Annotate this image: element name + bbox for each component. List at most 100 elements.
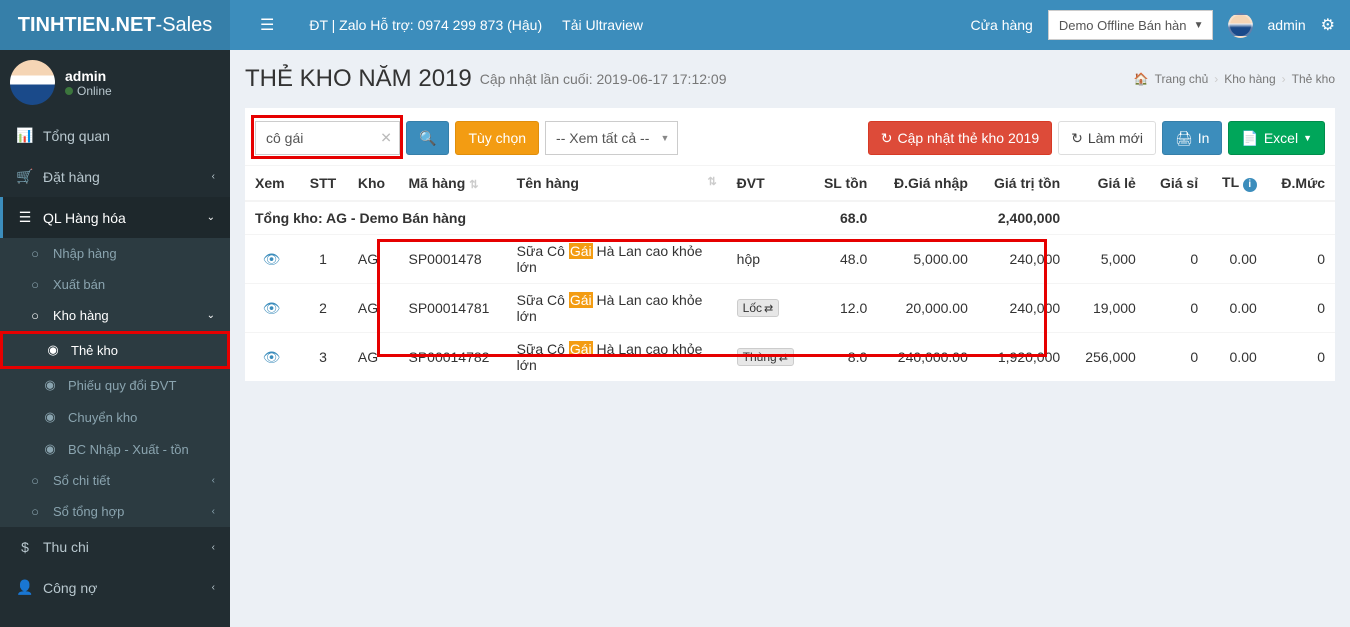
sidebar-item-tongquan[interactable]: 📊Tổng quan xyxy=(0,115,230,156)
info-icon[interactable]: i xyxy=(1243,178,1257,192)
sidebar-item-sochitiet[interactable]: ○Sổ chi tiết‹ xyxy=(0,465,230,496)
excel-button[interactable]: 📄Excel▼ xyxy=(1228,121,1325,155)
group-row: Tổng kho: AG - Demo Bán hàng 68.0 2,400,… xyxy=(245,201,1335,235)
dot-icon: ◉ xyxy=(40,377,60,393)
store-select[interactable]: Demo Offline Bán hàn xyxy=(1048,10,1213,40)
refresh-button[interactable]: ↻Làm mới xyxy=(1058,121,1156,155)
options-button[interactable]: Tùy chọn xyxy=(455,121,539,155)
circle-icon: ○ xyxy=(25,473,45,488)
col-slton[interactable]: SL tồn xyxy=(809,166,877,202)
dot-icon: ◉ xyxy=(40,441,60,457)
table-row: 👁2AGSP00014781Sữa Cô Gái Hà Lan cao khỏe… xyxy=(245,284,1335,333)
support-link[interactable]: ĐT | Zalo Hỗ trợ: 0974 299 873 (Hậu) xyxy=(309,17,542,33)
sort-icon: ⇅ xyxy=(707,175,716,188)
data-panel: ✕ 🔍 Tùy chọn -- Xem tất cả -- ↻Cập nhật … xyxy=(245,108,1335,381)
sidebar-item-qlhanghoa[interactable]: ☰QL Hàng hóa⌄ xyxy=(0,197,230,238)
col-tl[interactable]: TL i xyxy=(1208,166,1267,202)
col-dmuc[interactable]: Đ.Mức xyxy=(1267,166,1335,202)
excel-icon: 📄 xyxy=(1241,130,1258,147)
circle-icon: ○ xyxy=(25,504,45,519)
circle-icon: ○ xyxy=(25,246,45,261)
col-tenhang[interactable]: Tên hàng⇅ xyxy=(507,166,727,202)
print-icon: 🖨 xyxy=(1175,130,1193,147)
search-input[interactable] xyxy=(255,121,400,155)
toolbar: ✕ 🔍 Tùy chọn -- Xem tất cả -- ↻Cập nhật … xyxy=(245,111,1335,165)
col-kho[interactable]: Kho xyxy=(348,166,399,202)
col-giasi[interactable]: Giá sỉ xyxy=(1146,166,1208,202)
col-xem[interactable]: Xem xyxy=(245,166,298,202)
chevron-left-icon: ‹ xyxy=(212,171,215,182)
print-button[interactable]: 🖨In xyxy=(1162,121,1222,155)
avatar[interactable] xyxy=(1228,13,1253,38)
sidebar: admin Online 📊Tổng quan 🛒Đặt hàng‹ ☰QL H… xyxy=(0,50,230,627)
page-title: THẺ KHO NĂM 2019 xyxy=(245,65,472,93)
sidebar-item-bcnhapxuat[interactable]: ◉BC Nhập - Xuất - tồn xyxy=(0,433,230,465)
data-table: Xem STT Kho Mã hàng⇅ Tên hàng⇅ ĐVT SL tồ… xyxy=(245,165,1335,381)
store-label: Cửa hàng xyxy=(971,17,1033,33)
dot-icon: ◉ xyxy=(43,342,63,358)
breadcrumb-thekho: Thẻ kho xyxy=(1292,72,1335,86)
user-name: admin xyxy=(65,68,112,84)
search-button[interactable]: 🔍 xyxy=(406,121,449,155)
download-link[interactable]: Tải Ultraview xyxy=(562,17,643,33)
view-filter-select[interactable]: -- Xem tất cả -- xyxy=(545,121,678,155)
sidebar-toggle[interactable]: ☰ xyxy=(245,15,289,35)
clear-search-icon[interactable]: ✕ xyxy=(380,130,392,147)
search-icon: 🔍 xyxy=(419,130,436,147)
sidebar-item-nhaphang[interactable]: ○Nhập hàng xyxy=(0,238,230,269)
swap-icon: ⇄ xyxy=(779,351,788,364)
main-content: THẺ KHO NĂM 2019 Cập nhật lần cuối: 2019… xyxy=(230,50,1350,627)
chevron-left-icon: ‹ xyxy=(212,506,215,517)
breadcrumb-home[interactable]: Trang chủ xyxy=(1155,72,1209,86)
table-row: 👁3AGSP00014782Sữa Cô Gái Hà Lan cao khỏe… xyxy=(245,333,1335,382)
dollar-icon: $ xyxy=(15,539,35,555)
view-icon[interactable]: 👁 xyxy=(263,349,281,365)
col-dvt[interactable]: ĐVT xyxy=(727,166,810,202)
table-row: 👁1AGSP0001478Sữa Cô Gái Hà Lan cao khỏe … xyxy=(245,235,1335,284)
col-stt[interactable]: STT xyxy=(298,166,348,202)
status-dot-icon xyxy=(65,87,73,95)
circle-icon: ○ xyxy=(25,277,45,292)
col-giale[interactable]: Giá lẻ xyxy=(1070,166,1146,202)
refresh-icon: ↻ xyxy=(1071,130,1083,147)
sidebar-item-thuchi[interactable]: $Thu chi‹ xyxy=(0,527,230,567)
view-icon[interactable]: 👁 xyxy=(263,251,281,267)
chevron-left-icon: ‹ xyxy=(212,582,215,593)
username[interactable]: admin xyxy=(1268,17,1306,33)
swap-icon: ⇄ xyxy=(764,302,773,315)
sidebar-item-dathang[interactable]: 🛒Đặt hàng‹ xyxy=(0,156,230,197)
sidebar-item-thekho[interactable]: ◉Thẻ kho xyxy=(3,334,227,366)
breadcrumb-khohang[interactable]: Kho hàng xyxy=(1224,72,1275,86)
user-panel: admin Online xyxy=(0,50,230,115)
col-dgianhap[interactable]: Đ.Giá nhập xyxy=(877,166,978,202)
avatar-large[interactable] xyxy=(10,60,55,105)
sidebar-item-xuatban[interactable]: ○Xuất bán xyxy=(0,269,230,300)
sort-icon: ⇅ xyxy=(469,179,478,191)
settings-icon[interactable]: ⚙ xyxy=(1321,15,1335,35)
dot-icon: ◉ xyxy=(40,409,60,425)
sidebar-item-phieuquydoi[interactable]: ◉Phiếu quy đổi ĐVT xyxy=(0,369,230,401)
update-button[interactable]: ↻Cập nhật thẻ kho 2019 xyxy=(868,121,1052,155)
breadcrumb: 🏠 Trang chủ › Kho hàng › Thẻ kho xyxy=(1134,72,1335,86)
page-subtitle: Cập nhật lần cuối: 2019-06-17 17:12:09 xyxy=(480,71,727,87)
sidebar-item-khohang[interactable]: ○Kho hàng⌄ xyxy=(0,300,230,331)
sidebar-item-chuyenkho[interactable]: ◉Chuyển kho xyxy=(0,401,230,433)
user-icon: 👤 xyxy=(15,579,35,596)
top-header: TINHTIEN.NET-Sales ☰ ĐT | Zalo Hỗ trợ: 0… xyxy=(0,0,1350,50)
chevron-down-icon: ⌄ xyxy=(207,310,215,321)
col-mahang[interactable]: Mã hàng⇅ xyxy=(398,166,506,202)
unit-badge[interactable]: Lốc ⇄ xyxy=(737,299,780,317)
unit-badge[interactable]: Thùng ⇄ xyxy=(737,348,794,366)
circle-icon: ○ xyxy=(25,308,45,323)
refresh-icon: ↻ xyxy=(881,130,893,147)
col-giatriton[interactable]: Giá trị tồn xyxy=(978,166,1070,202)
user-status: Online xyxy=(65,84,112,98)
view-icon[interactable]: 👁 xyxy=(263,300,281,316)
chevron-left-icon: ‹ xyxy=(212,475,215,486)
dashboard-icon: 📊 xyxy=(15,127,35,144)
sidebar-item-sotonghop[interactable]: ○Sổ tổng hợp‹ xyxy=(0,496,230,527)
list-icon: ☰ xyxy=(15,209,35,226)
sidebar-item-congno[interactable]: 👤Công nợ‹ xyxy=(0,567,230,608)
logo[interactable]: TINHTIEN.NET-Sales xyxy=(0,0,230,50)
chevron-left-icon: ‹ xyxy=(212,542,215,553)
